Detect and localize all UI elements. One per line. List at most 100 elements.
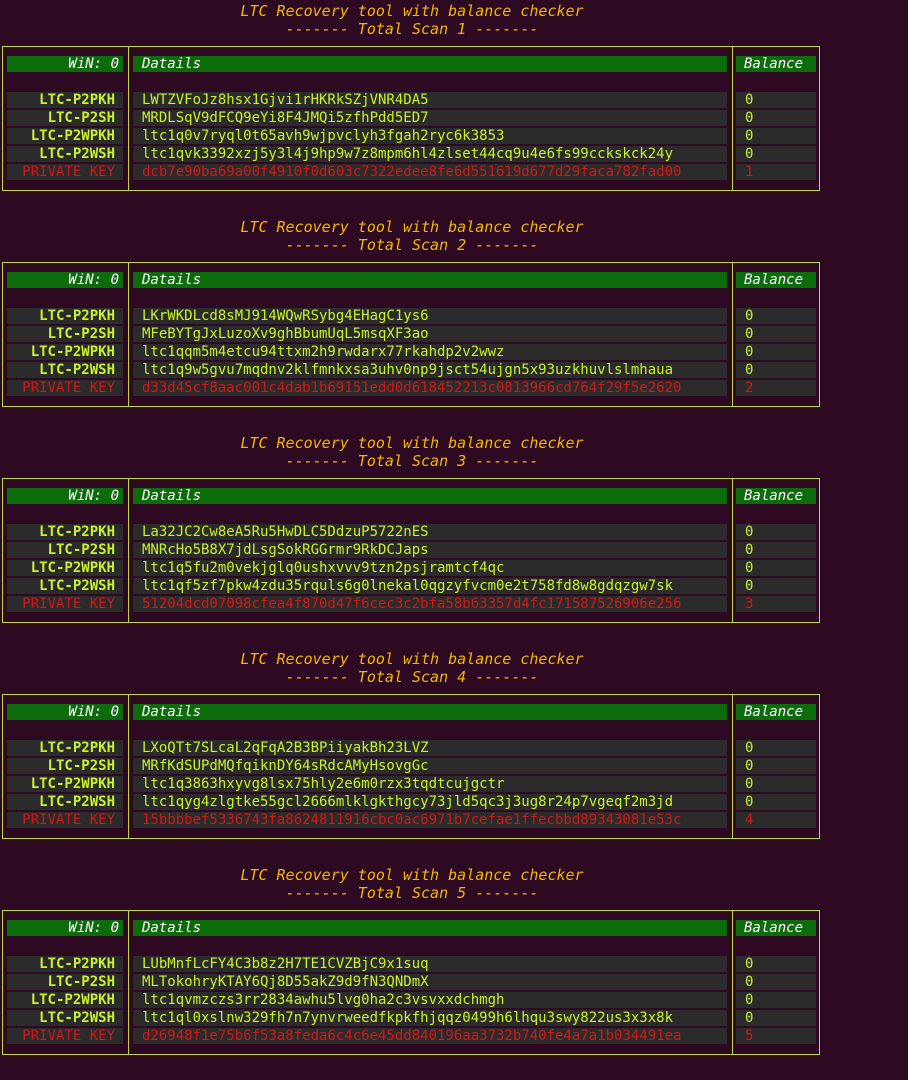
p2wpkh-label: LTC-P2WPKH <box>7 560 123 576</box>
result-table: WiN: 0 Datails Balance LTC-P2PKH La32JC2Cw8e… <box>2 478 820 623</box>
p2wpkh-value: ltc1qqm5m4etcu94ttxm2h9rwdarx77rkahdp2v2… <box>133 344 727 360</box>
win-counter-header: WiN: 0 <box>7 488 123 504</box>
p2wpkh-label: LTC-P2WPKH <box>7 128 123 144</box>
p2sh-balance: 0 <box>736 974 816 990</box>
private-key-label: PRIVATE KEY <box>7 812 123 828</box>
column-divider <box>732 263 733 406</box>
details-header: Datails <box>133 272 727 288</box>
private-key-label: PRIVATE KEY <box>7 1028 123 1044</box>
p2pkh-value: LWTZVFoJz8hsx1Gjvi1rHKRkSZjVNR4DA5 <box>133 92 727 108</box>
private-key-balance: 1 <box>736 164 816 180</box>
p2pkh-label: LTC-P2PKH <box>7 308 123 324</box>
p2sh-label: LTC-P2SH <box>7 110 123 126</box>
p2pkh-balance: 0 <box>736 92 816 108</box>
p2wpkh-balance: 0 <box>736 560 816 576</box>
balance-header: Balance <box>736 704 816 720</box>
p2sh-label: LTC-P2SH <box>7 974 123 990</box>
details-header: Datails <box>133 56 727 72</box>
private-key-balance: 4 <box>736 812 816 828</box>
p2wsh-balance: 0 <box>736 794 816 810</box>
scan-block: LTC Recovery tool with balance checker --… <box>0 864 908 1080</box>
p2wpkh-label: LTC-P2WPKH <box>7 344 123 360</box>
p2sh-label: LTC-P2SH <box>7 758 123 774</box>
scan-counter: ------- Total Scan 4 ------- <box>285 668 539 686</box>
win-counter-header: WiN: 0 <box>7 272 123 288</box>
p2pkh-balance: 0 <box>736 524 816 540</box>
result-table: WiN: 0 Datails Balance LTC-P2PKH LXoQTt7SLca… <box>2 694 820 839</box>
column-divider <box>128 479 129 622</box>
p2pkh-balance: 0 <box>736 308 816 324</box>
p2wsh-label: LTC-P2WSH <box>7 578 123 594</box>
p2wsh-value: ltc1qyg4zlgtke55gcl2666mlklgkthgcy73jld5… <box>133 794 727 810</box>
p2sh-balance: 0 <box>736 326 816 342</box>
column-divider <box>128 911 129 1054</box>
details-header: Datails <box>133 704 727 720</box>
p2pkh-balance: 0 <box>736 740 816 756</box>
balance-header: Balance <box>736 488 816 504</box>
p2wsh-balance: 0 <box>736 578 816 594</box>
p2sh-value: MRfKdSUPdMQfqiknDY64sRdcAMyHsovgGc <box>133 758 727 774</box>
p2wsh-label: LTC-P2WSH <box>7 362 123 378</box>
private-key-label: PRIVATE KEY <box>7 380 123 396</box>
p2sh-value: MFeBYTgJxLuzoXv9ghBbumUqL5msqXF3ao <box>133 326 727 342</box>
win-counter-header: WiN: 0 <box>7 704 123 720</box>
p2sh-value: MRDLSqV9dFCQ9eYi8F4JMQi5zfhPdd5ED7 <box>133 110 727 126</box>
scan-title: LTC Recovery tool with balance checker <box>240 650 584 668</box>
private-key-value: dcb7e90ba69a00f4910f0d603c7322edee8fe6d5… <box>133 164 727 180</box>
win-counter-header: WiN: 0 <box>7 56 123 72</box>
p2wpkh-label: LTC-P2WPKH <box>7 776 123 792</box>
column-divider <box>128 695 129 838</box>
private-key-value: d33d45cf8aac001c4dab1b69151edd0d61845221… <box>133 380 727 396</box>
details-header: Datails <box>133 488 727 504</box>
result-table: WiN: 0 Datails Balance LTC-P2PKH LWTZVFoJz8h… <box>2 46 820 191</box>
p2wpkh-balance: 0 <box>736 992 816 1008</box>
p2wsh-value: ltc1qf5zf7pkw4zdu35rquls6g0lnekal0qgzyfv… <box>133 578 727 594</box>
p2pkh-value: La32JC2Cw8eA5Ru5HwDLC5DdzuP5722nES <box>133 524 727 540</box>
p2pkh-label: LTC-P2PKH <box>7 92 123 108</box>
win-counter-header: WiN: 0 <box>7 920 123 936</box>
scan-title: LTC Recovery tool with balance checker <box>240 2 584 20</box>
p2pkh-value: LXoQTt7SLcaL2qFqA2B3BPiiyakBh23LVZ <box>133 740 727 756</box>
p2sh-value: MLTokohryKTAY6Qj8D55akZ9d9fN3QNDmX <box>133 974 727 990</box>
private-key-label: PRIVATE KEY <box>7 164 123 180</box>
p2wsh-balance: 0 <box>736 146 816 162</box>
p2wsh-value: ltc1q9w5gvu7mqdnv2klfmnkxsa3uhv0np9jsct5… <box>133 362 727 378</box>
private-key-value: 51204dcd07098cfea4f870d47f6cec3c2bfa58b6… <box>133 596 727 612</box>
p2wsh-label: LTC-P2WSH <box>7 146 123 162</box>
p2wpkh-value: ltc1q0v7ryql0t65avh9wjpvclyh3fgah2ryc6k3… <box>133 128 727 144</box>
balance-header: Balance <box>736 920 816 936</box>
scan-block: LTC Recovery tool with balance checker --… <box>0 216 908 432</box>
private-key-balance: 3 <box>736 596 816 612</box>
p2sh-label: LTC-P2SH <box>7 542 123 558</box>
p2wpkh-balance: 0 <box>736 344 816 360</box>
p2pkh-value: LKrWKDLcd8sMJ914WQwRSybg4EHagC1ys6 <box>133 308 727 324</box>
column-divider <box>732 695 733 838</box>
p2wpkh-value: ltc1q5fu2m0vekjglq0ushxvvv9tzn2psjramtcf… <box>133 560 727 576</box>
balance-header: Balance <box>736 272 816 288</box>
p2pkh-value: LUbMnfLcFY4C3b8z2H7TE1CVZBjC9x1suq <box>133 956 727 972</box>
p2sh-balance: 0 <box>736 542 816 558</box>
column-divider <box>128 47 129 190</box>
p2wpkh-value: ltc1q3863hxyvg8lsx75hly2e6m0rzx3tqdtcujg… <box>133 776 727 792</box>
p2pkh-balance: 0 <box>736 956 816 972</box>
column-divider <box>732 47 733 190</box>
result-table: WiN: 0 Datails Balance LTC-P2PKH LKrWKDLcd8s… <box>2 262 820 407</box>
scan-title: LTC Recovery tool with balance checker <box>240 866 584 884</box>
p2wpkh-label: LTC-P2WPKH <box>7 992 123 1008</box>
column-divider <box>732 479 733 622</box>
scan-block: LTC Recovery tool with balance checker --… <box>0 432 908 648</box>
scan-title: LTC Recovery tool with balance checker <box>240 218 584 236</box>
private-key-value: d26948f1e75b6f53a8feda6c4c6e45dd840196aa… <box>133 1028 727 1044</box>
p2pkh-label: LTC-P2PKH <box>7 956 123 972</box>
scan-counter: ------- Total Scan 1 ------- <box>285 20 539 38</box>
private-key-balance: 5 <box>736 1028 816 1044</box>
scan-counter: ------- Total Scan 5 ------- <box>285 884 539 902</box>
p2pkh-label: LTC-P2PKH <box>7 740 123 756</box>
private-key-label: PRIVATE KEY <box>7 596 123 612</box>
column-divider <box>732 911 733 1054</box>
details-header: Datails <box>133 920 727 936</box>
p2wpkh-value: ltc1qvmzczs3rr2834awhu5lvg0ha2c3vsvxxdch… <box>133 992 727 1008</box>
p2sh-balance: 0 <box>736 758 816 774</box>
p2wpkh-balance: 0 <box>736 128 816 144</box>
scan-counter: ------- Total Scan 3 ------- <box>285 452 539 470</box>
